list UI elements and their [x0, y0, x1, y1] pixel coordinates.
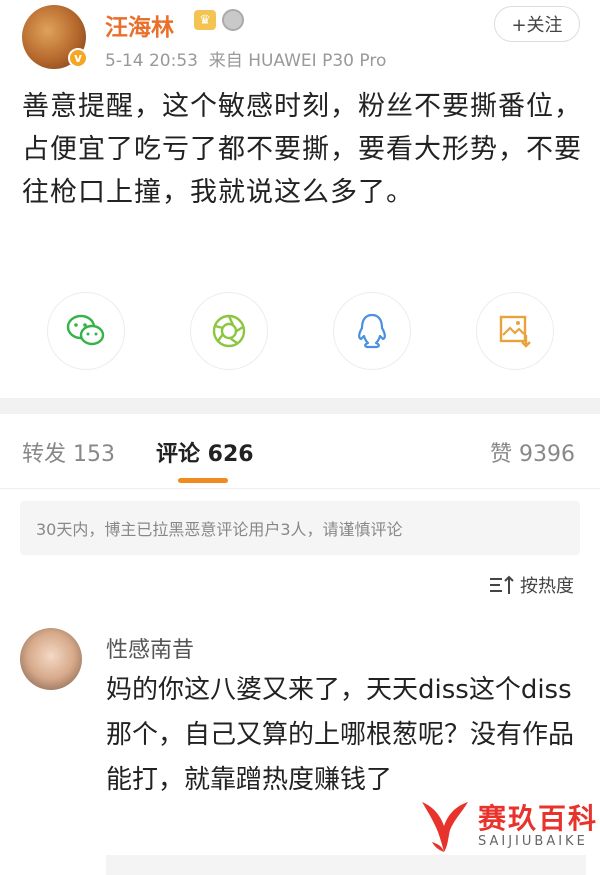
share-save-image-button[interactable] — [476, 292, 554, 370]
sort-label: 按热度 — [520, 576, 574, 597]
tab-likes[interactable]: 赞 9396 — [490, 436, 575, 468]
tab-repost[interactable]: 转发 153 — [22, 436, 115, 468]
post-text: 善意提醒，这个敏感时刻，粉丝不要撕番位，占便宜了吃亏了都不要撕，要看大形势，不要… — [22, 91, 582, 208]
share-moments-button[interactable] — [190, 292, 268, 370]
commenter-name[interactable]: 性感南昔 — [106, 632, 194, 664]
author-name[interactable]: 汪海林 — [105, 8, 174, 42]
active-tab-indicator — [178, 478, 228, 483]
sort-button[interactable]: 按热度 — [488, 572, 574, 598]
section-separator — [0, 398, 600, 414]
sort-icon — [490, 575, 514, 594]
share-qq-button[interactable] — [333, 292, 411, 370]
post-timestamp: 5-14 20:53 — [105, 51, 198, 71]
post-meta: 5-14 20:53 来自 HUAWEI P30 Pro — [105, 46, 386, 71]
comment-notice: 30天内，博主已拉黑恶意评论用户3人，请谨慎评论 — [20, 501, 580, 555]
commenter-avatar[interactable] — [20, 628, 82, 690]
watermark: 赛玖百科 SAIJIUBAIKE — [418, 796, 598, 856]
reply-preview-box[interactable] — [106, 855, 586, 875]
share-wechat-button[interactable] — [47, 292, 125, 370]
post-source: 来自 HUAWEI P30 Pro — [208, 51, 387, 71]
follow-button[interactable]: +关注 — [494, 6, 580, 42]
save-image-icon — [499, 315, 531, 348]
comment-text: 妈的你这八婆又来了，天天diss这个diss那个，自己又算的上哪根葱呢？没有作品… — [106, 675, 575, 795]
watermark-subtitle: SAIJIUBAIKE — [478, 833, 588, 849]
tabs-divider — [0, 488, 600, 489]
vip-crown-icon: ♛ — [194, 10, 216, 30]
watermark-title: 赛玖百科 — [478, 801, 599, 835]
tab-comments[interactable]: 评论 626 — [156, 436, 254, 468]
moments-icon — [212, 314, 246, 348]
wechat-icon — [66, 314, 105, 346]
verified-badge: v — [68, 48, 88, 68]
qq-icon — [358, 313, 386, 349]
watermark-logo-icon — [422, 802, 468, 852]
medal-icon — [222, 9, 244, 31]
